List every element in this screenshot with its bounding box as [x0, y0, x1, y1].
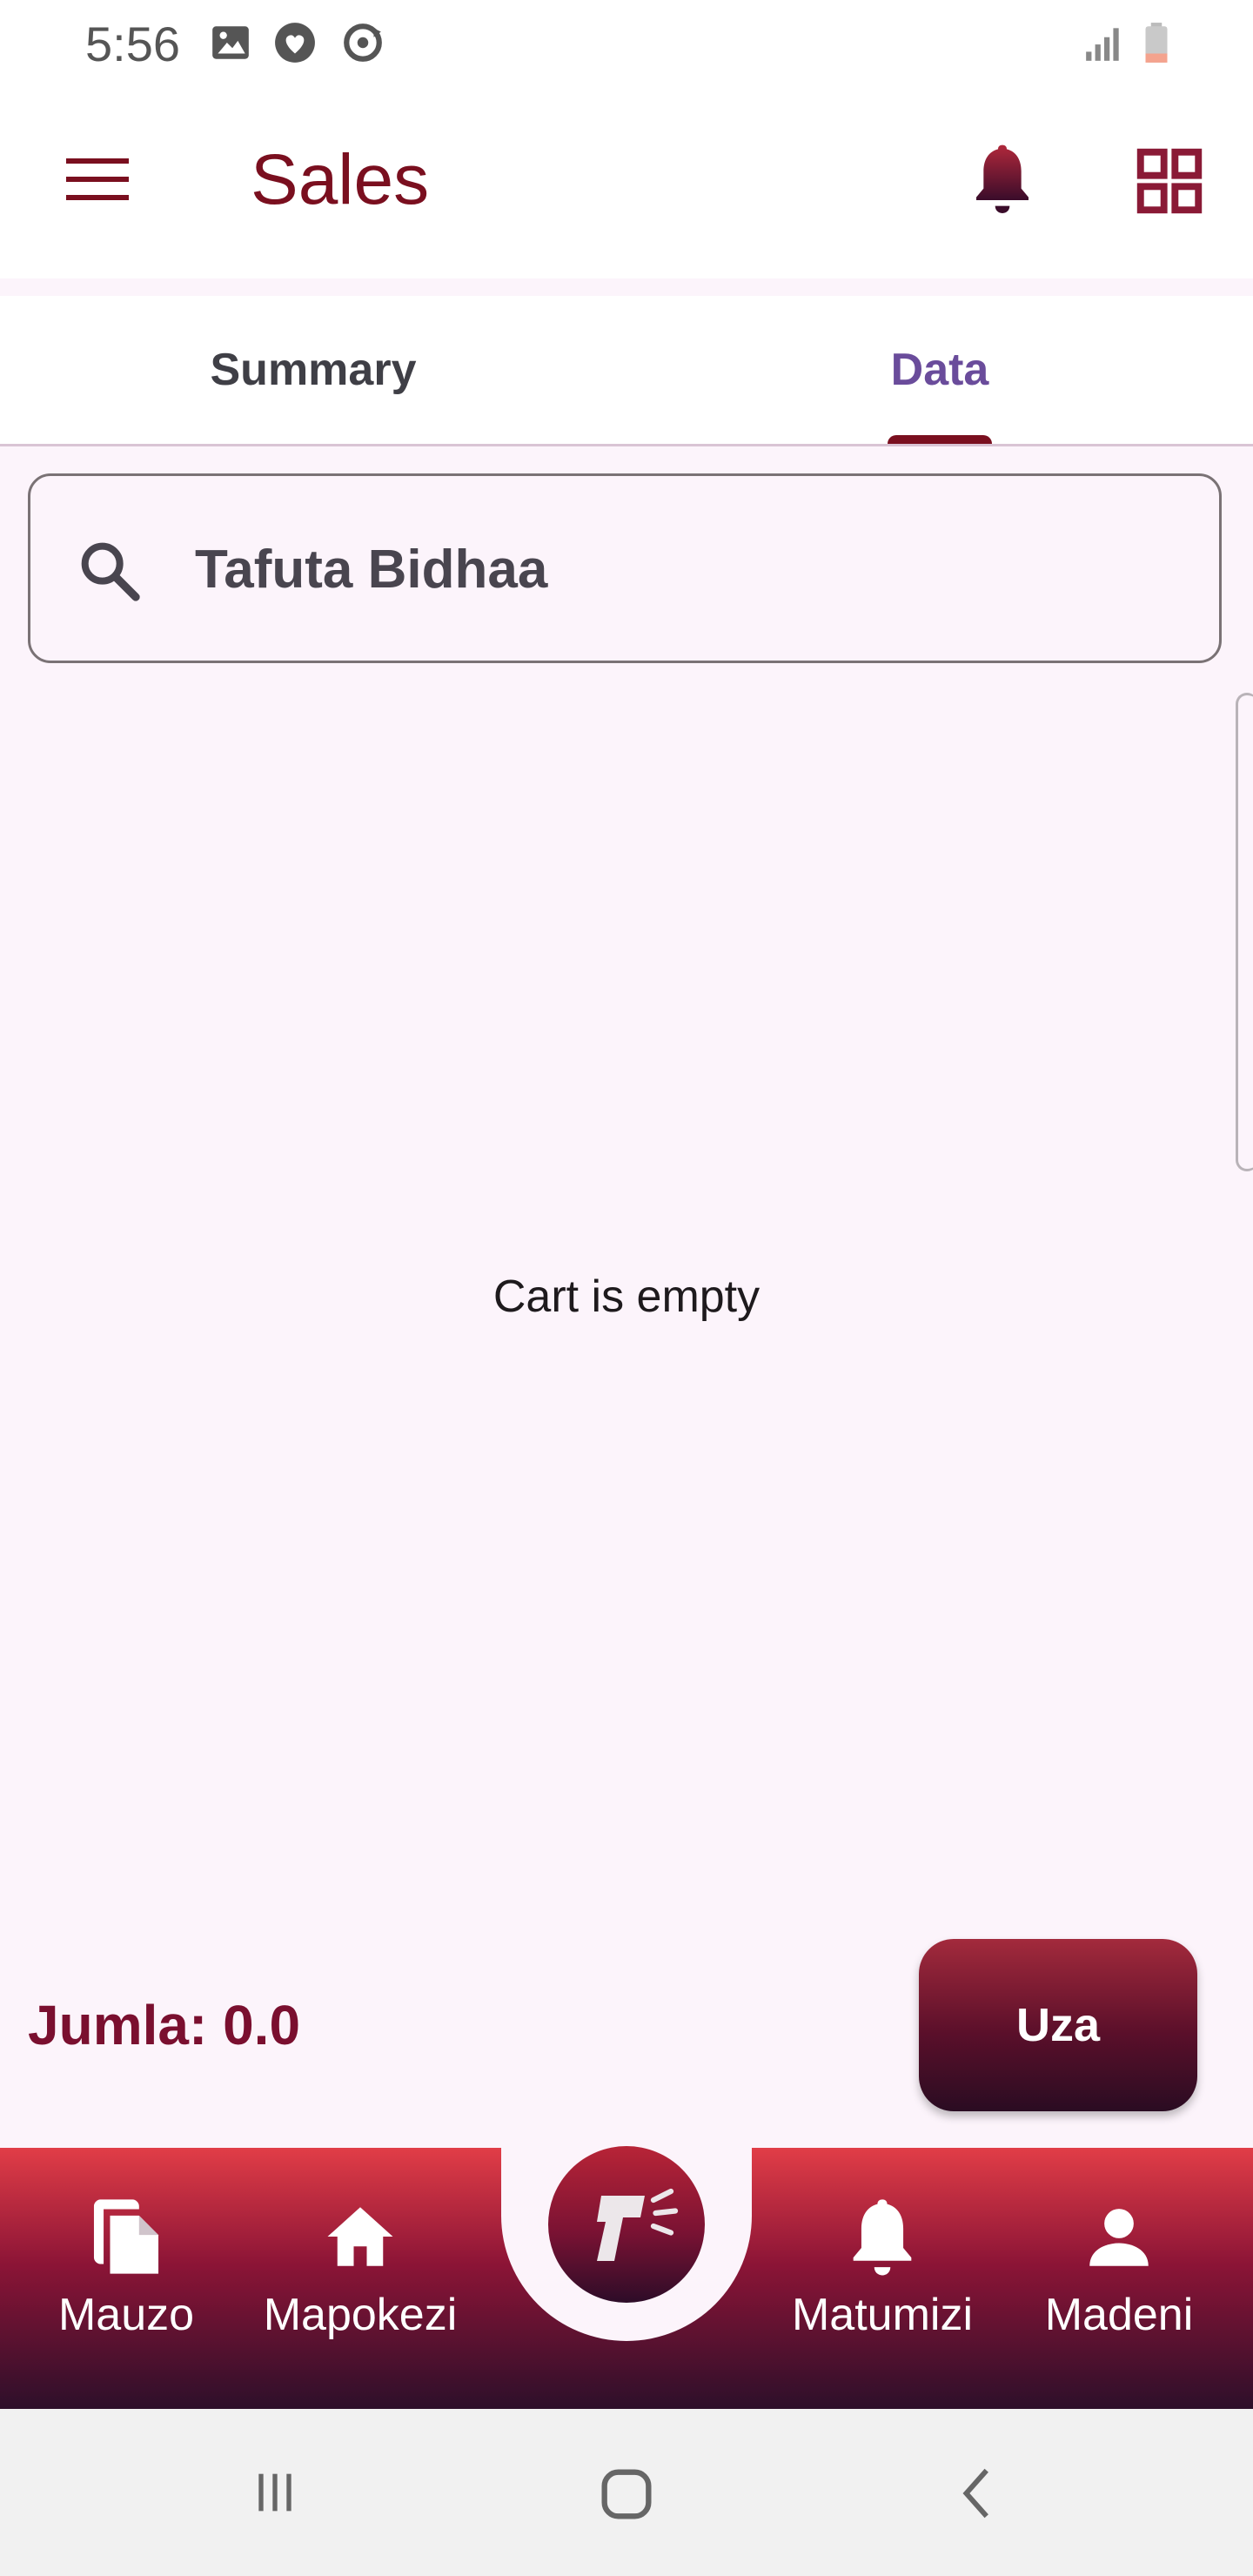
nav-label: Mauzo — [57, 2290, 195, 2340]
search-input[interactable] — [195, 526, 1152, 613]
battery-icon — [1145, 23, 1168, 63]
nav-item-matumizi[interactable]: Matumizi — [769, 2193, 995, 2350]
nav-label: Matumizi — [791, 2290, 974, 2340]
nav-item-mapokezi[interactable]: Mapokezi — [247, 2193, 473, 2350]
recents-icon[interactable] — [247, 2465, 303, 2520]
person-icon — [1089, 2209, 1149, 2266]
bell-icon[interactable] — [968, 139, 1037, 218]
empty-cart-message: Cart is empty — [492, 1271, 761, 1322]
files-icon — [93, 2199, 159, 2274]
nav-item-madeni[interactable]: Madeni — [1006, 2193, 1232, 2350]
nav-label: Madeni — [1044, 2290, 1194, 2340]
home-icon — [327, 2207, 393, 2266]
status-bar — [0, 0, 1253, 87]
status-time: 5:56 — [85, 17, 180, 71]
sell-button[interactable]: Uza — [919, 1939, 1197, 2111]
app-bar — [0, 87, 1253, 278]
tab-summary[interactable]: Summary — [0, 296, 626, 444]
nav-label: Mapokezi — [263, 2290, 458, 2340]
total-label: Jumla: 0.0 — [28, 1994, 301, 2056]
back-icon[interactable] — [948, 2463, 1009, 2524]
tab-data[interactable]: Data — [626, 296, 1253, 444]
tab-indicator — [888, 435, 992, 444]
hamburger-menu-icon[interactable] — [63, 153, 132, 205]
signal-icon — [1086, 28, 1119, 61]
page-title: Sales — [251, 140, 430, 219]
image-icon — [212, 26, 249, 59]
tab-bar: Summary Data — [0, 296, 1253, 446]
search-icon — [81, 542, 140, 601]
nav-item-mauzo[interactable]: Mauzo — [13, 2193, 239, 2350]
home-icon[interactable] — [593, 2461, 660, 2527]
barcode-scanner-icon — [597, 2188, 679, 2261]
bell-icon — [853, 2199, 912, 2276]
heart-shield-icon — [275, 23, 315, 63]
grid-icon[interactable] — [1136, 148, 1203, 214]
scroll-indicator[interactable] — [1236, 693, 1253, 1171]
sync-icon — [344, 23, 382, 62]
